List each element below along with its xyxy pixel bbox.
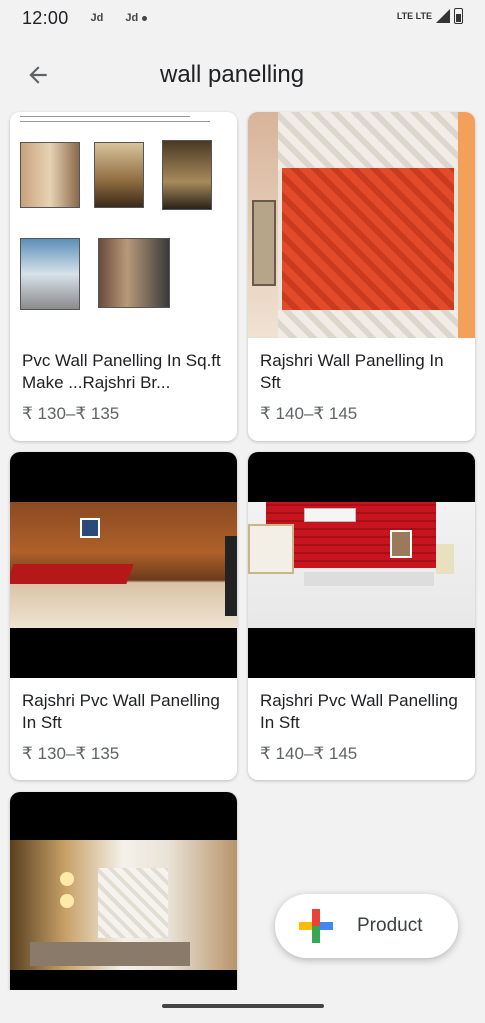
product-title: Rajshri Wall Panelling In Sft <box>260 351 444 392</box>
fab-label: Product <box>357 915 423 936</box>
product-price: ₹ 140–₹ 145 <box>260 404 358 423</box>
product-image <box>10 792 237 1002</box>
back-arrow-icon <box>29 66 47 84</box>
product-title: Pvc Wall Panelling In Sq.ft Make ...Rajs… <box>22 351 221 392</box>
product-search-button[interactable]: Product <box>275 894 458 958</box>
product-title: Rajshri Pvc Wall Panelling In Sft <box>22 691 220 732</box>
product-card[interactable]: Rajshri Pvc Wall Panelling In Sft ₹ 140–… <box>248 452 475 780</box>
home-indicator[interactable] <box>162 1004 324 1008</box>
network-label: LTE LTE <box>396 11 432 21</box>
status-time: 12:00 <box>22 7 69 28</box>
app-header: wall panelling <box>0 40 485 110</box>
product-card[interactable]: Pvc Wall Panelling In Sq.ft Make ...Rajs… <box>10 112 237 441</box>
product-card[interactable]: Rajshri Pvc Wall Panelling In Sft ₹ 130–… <box>10 452 237 780</box>
product-image <box>248 112 475 338</box>
back-button[interactable] <box>8 45 68 105</box>
product-card[interactable]: Rajshri Wall Panelling In Sft ₹ 140–₹ 14… <box>248 112 475 441</box>
battery-icon <box>454 8 463 24</box>
google-plus-icon <box>299 909 333 943</box>
status-icons: LTE LTE <box>397 8 463 24</box>
signal-icon <box>436 9 450 23</box>
product-image <box>248 452 475 678</box>
notification-dot-icon <box>142 15 148 21</box>
product-price: ₹ 140–₹ 145 <box>260 744 358 763</box>
product-image <box>10 112 237 338</box>
page-title: wall panelling <box>160 61 305 88</box>
status-app-icon-2: Jd <box>125 12 139 24</box>
status-app-icon-1: Jd <box>90 12 104 24</box>
product-card[interactable] <box>10 792 237 1002</box>
product-title: Rajshri Pvc Wall Panelling In Sft <box>260 691 458 732</box>
product-price: ₹ 130–₹ 135 <box>22 404 120 423</box>
product-image <box>10 452 237 678</box>
status-bar: 12:00 Jd Jd LTE LTE <box>0 0 485 36</box>
product-price: ₹ 130–₹ 135 <box>22 744 120 763</box>
